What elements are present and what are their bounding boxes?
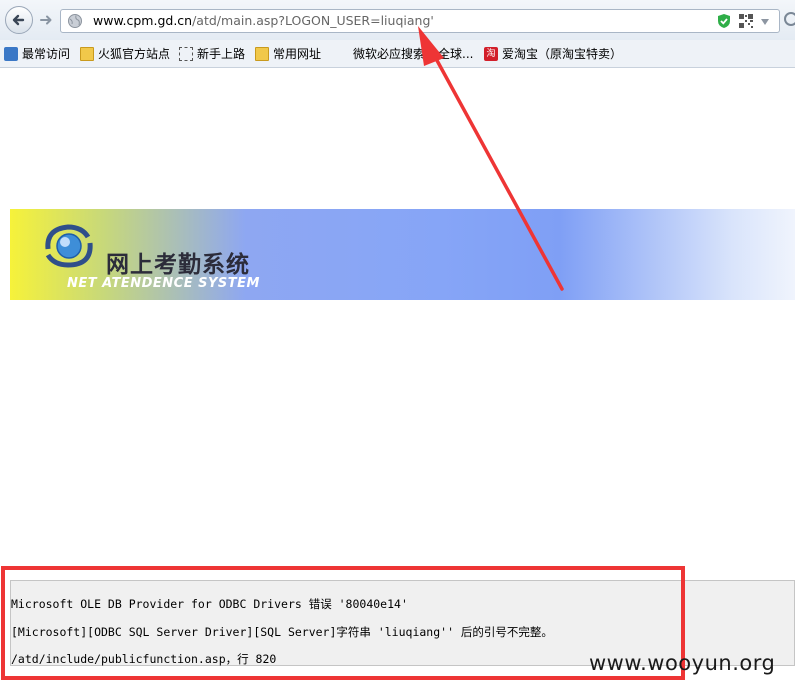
bookmark-global[interactable]: 全球... [438, 46, 473, 62]
bookmarks-bar: 最常访问 火狐官方站点 新手上路 常用网址 微软必应搜索 全球... 淘爱淘宝（… [0, 40, 795, 68]
chevron-down-icon[interactable] [759, 16, 771, 28]
bookmark-label: 微软必应搜索 [353, 47, 426, 61]
forward-button[interactable] [38, 12, 54, 28]
watermark: www.wooyun.org [589, 651, 776, 675]
bookmark-getting-started[interactable]: 新手上路 [179, 46, 245, 62]
banner-title: 网上考勤系统 [106, 251, 250, 278]
error-line-provider: Microsoft OLE DB Provider for ODBC Drive… [11, 597, 408, 611]
globe-icon [68, 14, 82, 28]
back-arrow-icon [12, 14, 25, 26]
globe-logo-icon [45, 224, 93, 268]
error-line-location: /atd/include/publicfunction.asp，行 820 [11, 652, 277, 666]
bookmark-taobao[interactable]: 淘爱淘宝（原淘宝特卖） [484, 46, 622, 62]
folder-icon [80, 47, 94, 61]
navigation-bar: www.cpm.gd.cn/atd/main.asp?LOGON_USER=li… [0, 0, 795, 40]
folder-icon [255, 47, 269, 61]
bookmark-label: 爱淘宝（原淘宝特卖） [502, 47, 623, 61]
url-path: /atd/main.asp?LOGON_USER=liuqiang' [192, 13, 434, 28]
bookmark-common-sites[interactable]: 常用网址 [255, 46, 321, 62]
qr-code-icon[interactable] [739, 14, 753, 28]
blue-page-icon [4, 47, 18, 61]
reload-icon[interactable] [784, 12, 795, 26]
bookmark-label: 火狐官方站点 [98, 47, 171, 61]
error-line-sql: [Microsoft][ODBC SQL Server Driver][SQL … [11, 625, 553, 639]
bookmark-label: 常用网址 [273, 47, 322, 61]
forward-arrow-icon [40, 15, 52, 25]
bookmark-bing[interactable]: 微软必应搜索 [353, 46, 425, 62]
bookmark-most-visited[interactable]: 最常访问 [4, 46, 70, 62]
green-shield-icon[interactable] [716, 13, 732, 29]
dashed-box-icon [179, 47, 193, 61]
bookmark-label: 新手上路 [197, 47, 246, 61]
url-host: www.cpm.gd.cn [93, 13, 193, 28]
banner-subtitle: NET ATENDENCE SYSTEM [67, 276, 260, 291]
bookmark-label: 最常访问 [22, 47, 71, 61]
back-button[interactable] [5, 6, 33, 34]
address-bar[interactable]: www.cpm.gd.cn/atd/main.asp?LOGON_USER=li… [60, 9, 780, 33]
url-text[interactable]: www.cpm.gd.cn/atd/main.asp?LOGON_USER=li… [93, 13, 434, 28]
bookmark-label: 全球... [438, 47, 474, 61]
taobao-icon: 淘 [484, 47, 498, 61]
site-banner: 网上考勤系统 NET ATENDENCE SYSTEM [10, 209, 795, 300]
bookmark-firefox-site[interactable]: 火狐官方站点 [80, 46, 170, 62]
